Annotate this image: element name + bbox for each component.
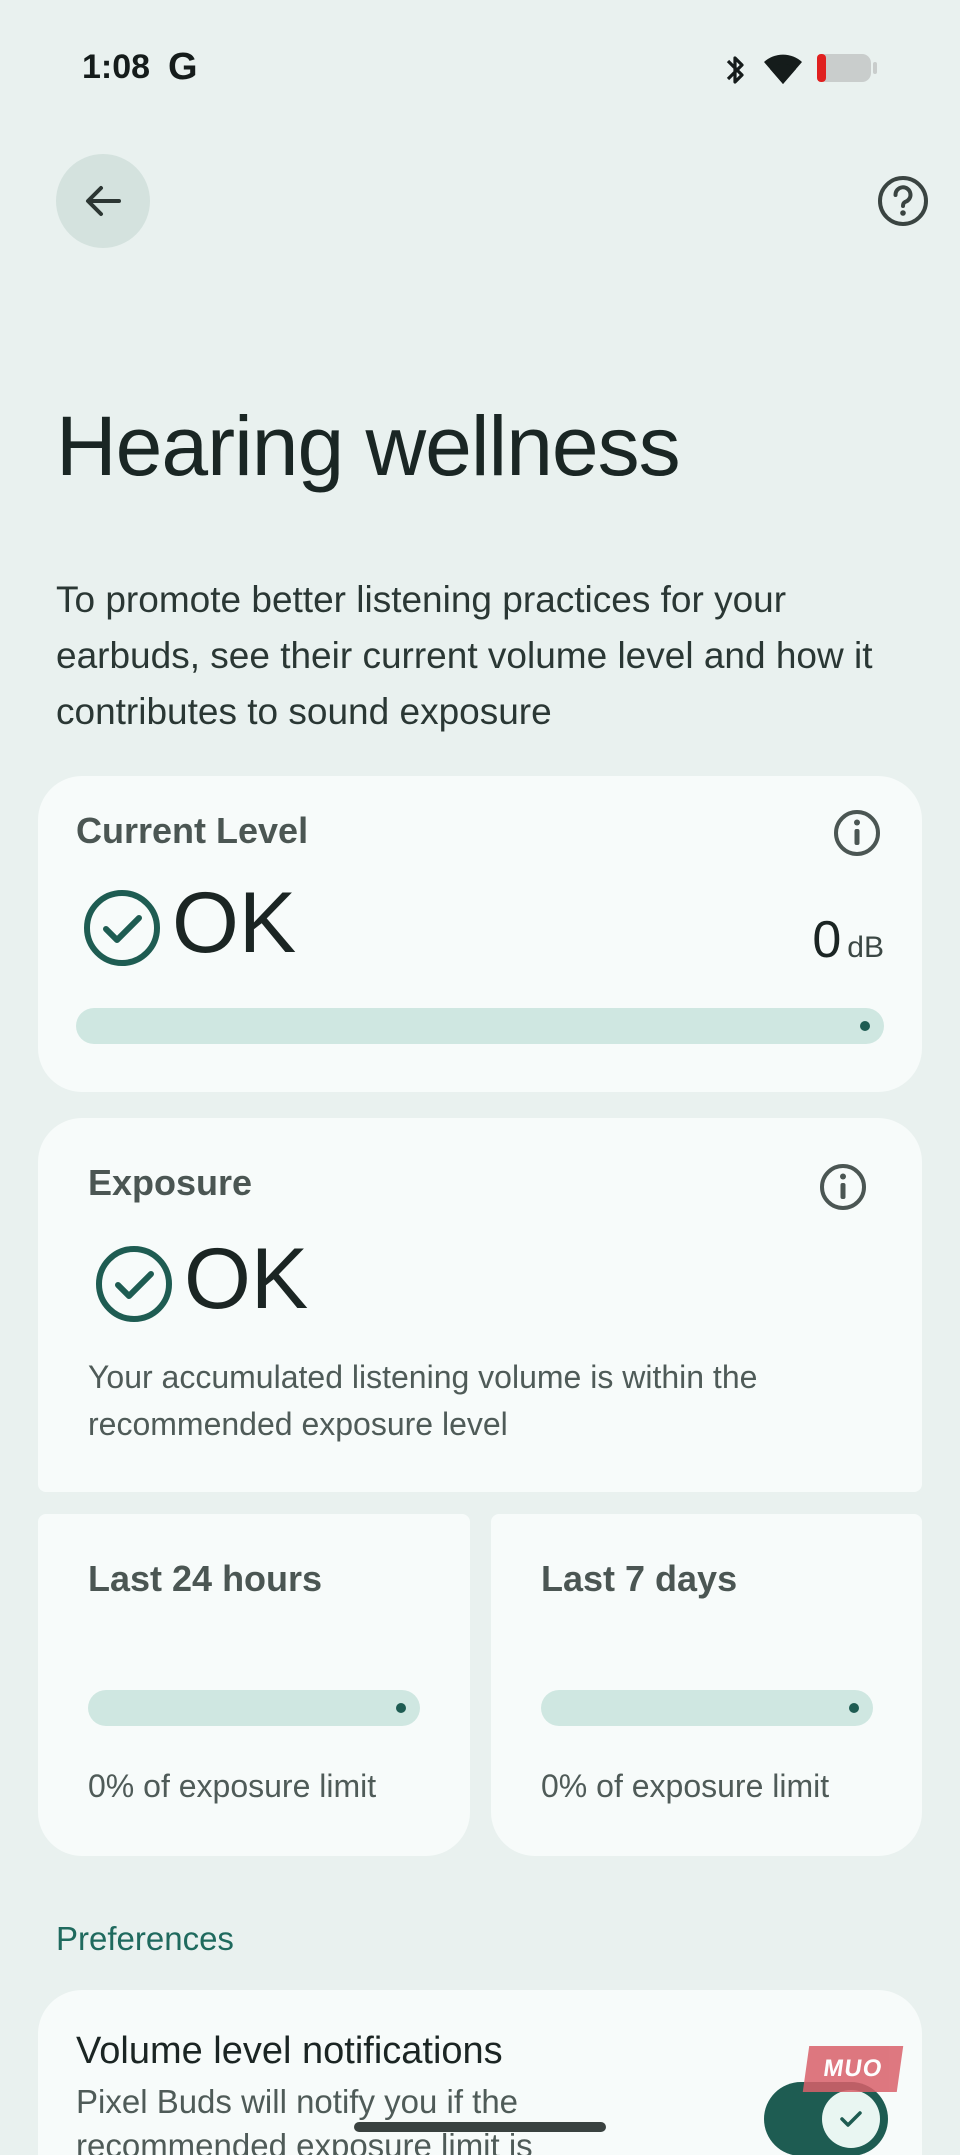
bluetooth-icon [726,56,744,84]
wifi-icon [764,54,802,84]
exposure-card: Exposure OK Your accumulated listening v… [38,1118,922,1492]
last-24-hours-card: Last 24 hours 0% of exposure limit [38,1514,470,1856]
current-level-bar [76,1008,884,1044]
current-level-card: Current Level OK 0 dB [38,776,922,1092]
last-7-days-card: Last 7 days 0% of exposure limit [491,1514,922,1856]
last-24-hours-bar [88,1690,420,1726]
last-24-hours-title: Last 24 hours [88,1558,323,1599]
exposure-indicator-dot [396,1703,406,1713]
toggle-knob [822,2090,880,2148]
page-title: Hearing wellness [56,399,681,493]
current-level-title: Current Level [76,810,309,851]
google-icon: G [168,46,198,88]
exposure-description: Your accumulated listening volume is wit… [88,1359,758,1442]
level-indicator-dot [860,1021,870,1031]
decibel-unit: dB [847,931,884,964]
decibel-readout: 0 dB [812,910,884,970]
check-circle-icon [84,890,160,966]
arrow-back-icon [86,186,121,216]
status-bar: 1:08 G [0,0,960,130]
info-icon[interactable] [818,1162,868,1212]
decibel-value: 0 [812,911,842,969]
exposure-indicator-dot [849,1703,859,1713]
info-icon[interactable] [832,808,882,858]
last-7-days-bar [541,1690,873,1726]
last-24-hours-limit: 0% of exposure limit [88,1768,377,1804]
preferences-header: Preferences [56,1920,234,1957]
current-level-status: OK [172,875,297,971]
exposure-status: OK [184,1231,309,1327]
exposure-title: Exposure [88,1162,253,1203]
battery-icon [817,54,877,82]
status-time: 1:08 [82,48,151,86]
page-description: To promote better listening practices fo… [56,579,873,732]
check-icon [840,2111,862,2127]
volume-notifications-title: Volume level notifications [76,2030,503,2072]
gesture-navigation-bar[interactable] [354,2122,606,2132]
last-7-days-title: Last 7 days [541,1558,738,1599]
volume-notifications-description: Pixel Buds will notify you if the recomm… [76,2083,533,2155]
volume-notifications-toggle[interactable] [764,2082,888,2155]
watermark-logo: MUO [802,2046,904,2092]
help-icon[interactable] [876,174,930,228]
last-7-days-limit: 0% of exposure limit [541,1768,830,1804]
check-circle-icon [96,1246,172,1322]
back-button[interactable] [56,154,150,248]
